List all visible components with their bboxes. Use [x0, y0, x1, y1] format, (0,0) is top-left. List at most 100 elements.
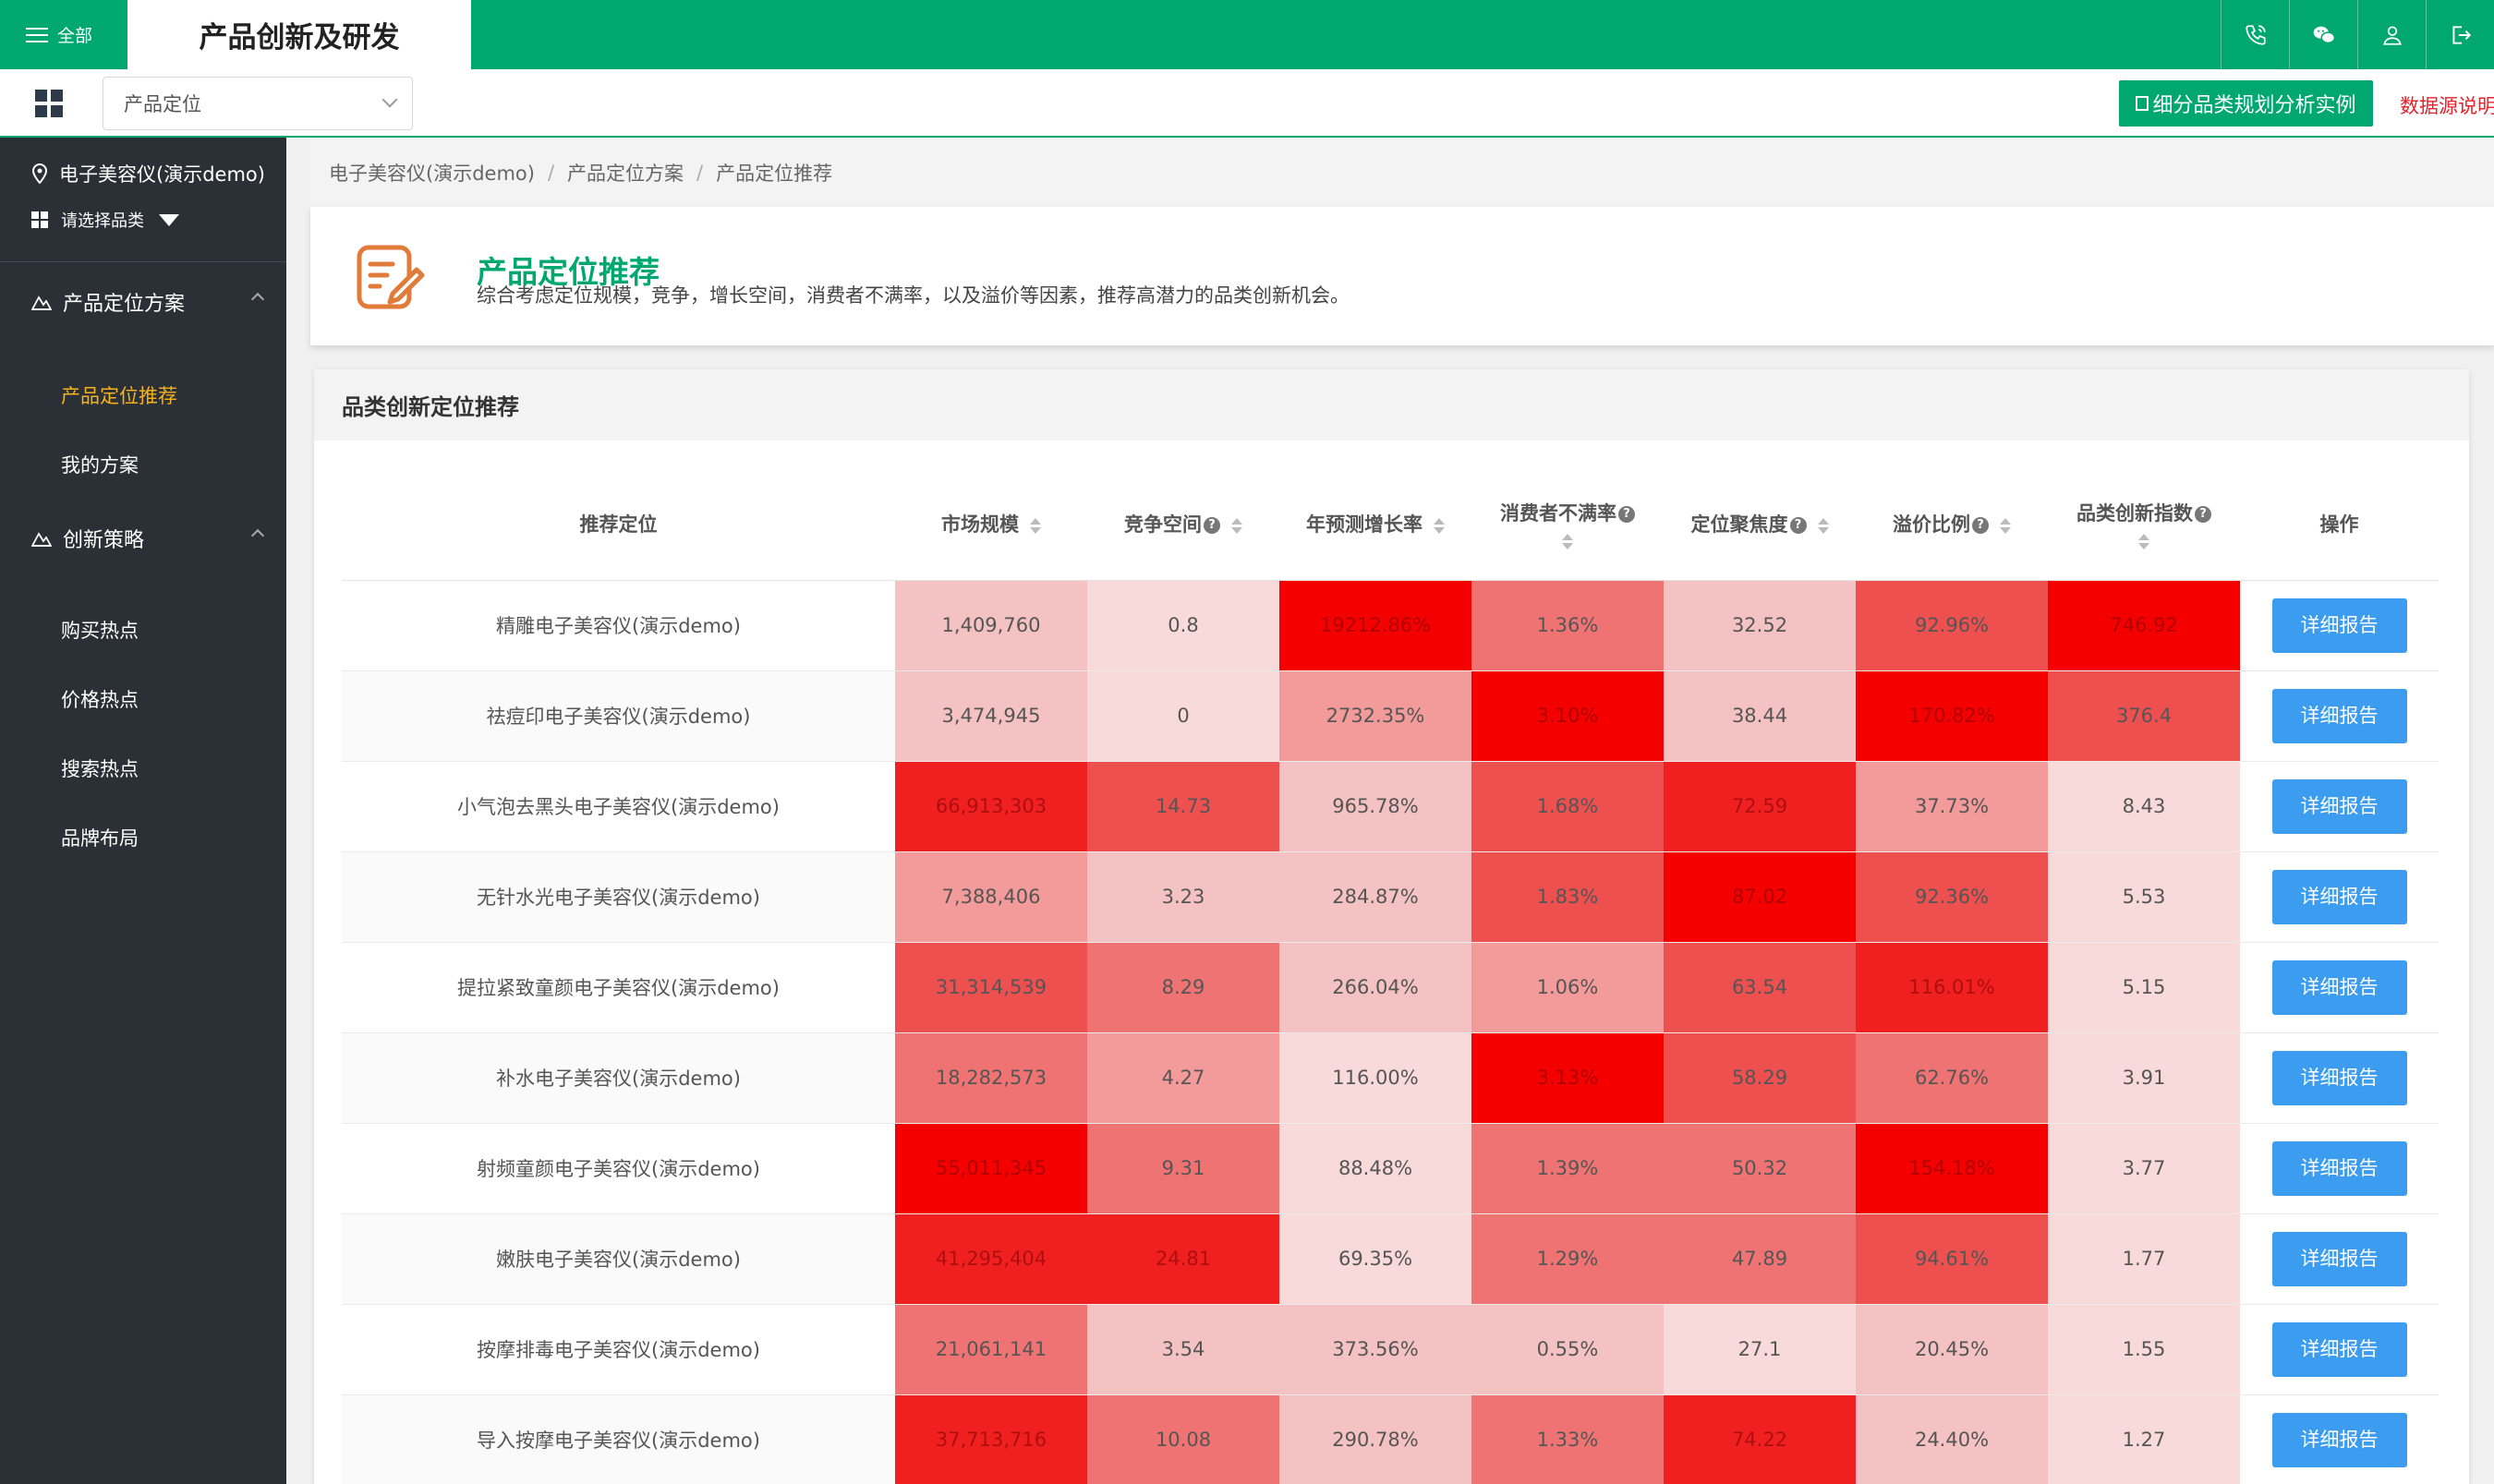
- recommendation-table: 推荐定位 市场规模 竞争空间? 年预测增长率 消费者不满率? 定位聚焦度? 溢价…: [342, 468, 2439, 1484]
- table-row: 祛痘印电子美容仪(演示demo) 3,474,945 0 2732.35% 3.10% 3…: [342, 670, 2439, 762]
- column-header-focus[interactable]: 定位聚焦度?: [1664, 468, 1856, 581]
- heatmap-cell: 47.89: [1664, 1213, 1856, 1305]
- heatmap-cell: 1.33%: [1471, 1394, 1664, 1484]
- row-position-name: 射频童颜电子美容仪(演示demo): [342, 1123, 895, 1214]
- module-select-value: 产品定位: [124, 93, 201, 115]
- heatmap-cell: 290.78%: [1279, 1394, 1471, 1484]
- chevron-down-icon: [381, 91, 398, 108]
- data-source-link[interactable]: 数据源说明: [2400, 91, 2494, 119]
- row-position-name: 补水电子美容仪(演示demo): [342, 1032, 895, 1124]
- table-row: 小气泡去黑头电子美容仪(演示demo) 66,913,303 14.73 965.78…: [342, 761, 2439, 852]
- sidebar-item-recommend[interactable]: 产品定位推荐: [61, 381, 177, 409]
- module-select[interactable]: 产品定位: [103, 77, 413, 130]
- sidebar-group-positioning[interactable]: 产品定位方案: [31, 287, 265, 317]
- row-position-name: 导入按摩电子美容仪(演示demo): [342, 1394, 895, 1484]
- detail-report-button[interactable]: 详细报告: [2271, 1321, 2407, 1377]
- sort-icon[interactable]: [1030, 517, 1041, 534]
- detail-report-button[interactable]: 详细报告: [2271, 778, 2407, 834]
- table-row: 无针水光电子美容仪(演示demo) 7,388,406 3.23 284.87% 1.8…: [342, 851, 2439, 943]
- sidebar-item-price-hotspot[interactable]: 价格热点: [61, 685, 139, 713]
- help-icon[interactable]: ?: [2195, 505, 2211, 523]
- user-icon[interactable]: [2357, 0, 2426, 69]
- row-action-cell: 详细报告: [2240, 1123, 2439, 1214]
- sidebar: 电子美容仪(演示demo) 请选择品类 产品定位方案 产品定位推荐 我的方案 创…: [0, 138, 286, 1484]
- heatmap-cell: 74.22: [1664, 1394, 1856, 1484]
- example-button[interactable]: 细分品类规划分析实例: [2119, 80, 2373, 127]
- chevron-up-icon: [250, 292, 265, 307]
- column-header-premium[interactable]: 溢价比例?: [1856, 468, 2048, 581]
- help-icon[interactable]: ?: [1618, 505, 1635, 523]
- apps-grid-icon[interactable]: [35, 90, 63, 117]
- all-menu-button[interactable]: 全部: [0, 0, 127, 69]
- heatmap-cell: 3.54: [1087, 1304, 1279, 1395]
- category-select-label: 请选择品类: [61, 211, 144, 231]
- sort-icon[interactable]: [1434, 517, 1445, 534]
- breadcrumb-project[interactable]: 电子美容仪(演示demo): [329, 159, 535, 187]
- detail-report-button[interactable]: 详细报告: [2271, 1412, 2407, 1467]
- heatmap-cell: 62.76%: [1856, 1032, 2048, 1124]
- breadcrumb-separator: /: [696, 162, 704, 184]
- detail-report-button[interactable]: 详细报告: [2271, 1050, 2407, 1105]
- detail-report-button[interactable]: 详细报告: [2271, 1140, 2407, 1196]
- heatmap-cell: 266.04%: [1279, 942, 1471, 1033]
- heatmap-cell: 3.13%: [1471, 1032, 1664, 1124]
- detail-report-button[interactable]: 详细报告: [2271, 688, 2407, 743]
- detail-report-button[interactable]: 详细报告: [2271, 959, 2407, 1015]
- heatmap-cell: 92.96%: [1856, 580, 2048, 671]
- heatmap-cell: 19212.86%: [1279, 580, 1471, 671]
- heatmap-cell: 5.53: [2048, 851, 2240, 943]
- sidebar-item-search-hotspot[interactable]: 搜索热点: [61, 754, 139, 782]
- column-header-dissatisfaction[interactable]: 消费者不满率?: [1471, 468, 1664, 581]
- help-icon[interactable]: ?: [1204, 517, 1220, 535]
- help-icon[interactable]: ?: [1789, 517, 1807, 535]
- heatmap-cell: 20.45%: [1856, 1304, 2048, 1395]
- column-header-growth[interactable]: 年预测增长率: [1279, 468, 1471, 581]
- table-row: 提拉紧致童颜电子美容仪(演示demo) 31,314,539 8.29 266.04%…: [342, 942, 2439, 1033]
- sidebar-group-strategy[interactable]: 创新策略: [31, 524, 265, 553]
- heatmap-cell: 1.77: [2048, 1213, 2240, 1305]
- sidebar-item-purchase-hotspot[interactable]: 购买热点: [61, 616, 139, 644]
- table-row: 按摩排毒电子美容仪(演示demo) 21,061,141 3.54 373.56% 0.…: [342, 1304, 2439, 1395]
- row-position-name: 按摩排毒电子美容仪(演示demo): [342, 1304, 895, 1395]
- detail-report-button[interactable]: 详细报告: [2271, 1231, 2407, 1286]
- sidebar-item-my-plan[interactable]: 我的方案: [61, 451, 139, 478]
- sort-icon[interactable]: [1562, 533, 1573, 549]
- heatmap-cell: 116.01%: [1856, 942, 2048, 1033]
- heatmap-cell: 3.10%: [1471, 670, 1664, 762]
- column-header-market-size[interactable]: 市场规模: [895, 468, 1087, 581]
- heatmap-cell: 1.68%: [1471, 761, 1664, 852]
- phone-icon[interactable]: [2221, 0, 2289, 69]
- heatmap-cell: 2732.35%: [1279, 670, 1471, 762]
- sort-icon[interactable]: [1817, 517, 1829, 534]
- mountain-icon: [31, 296, 52, 310]
- heatmap-cell: 3.77: [2048, 1123, 2240, 1214]
- sidebar-group-label: 产品定位方案: [63, 293, 186, 316]
- sidebar-item-brand-layout[interactable]: 品牌布局: [61, 824, 139, 851]
- detail-report-button[interactable]: 详细报告: [2271, 597, 2407, 653]
- table-row: 射频童颜电子美容仪(演示demo) 55,011,345 9.31 88.48% 1.3…: [342, 1123, 2439, 1214]
- heatmap-cell: 0.8: [1087, 580, 1279, 671]
- document-icon: [2136, 96, 2149, 111]
- help-icon[interactable]: ?: [1972, 517, 1989, 535]
- sort-icon[interactable]: [1231, 517, 1242, 534]
- sort-icon[interactable]: [2000, 517, 2011, 534]
- category-select[interactable]: 请选择品类: [31, 208, 179, 232]
- heatmap-cell: 5.15: [2048, 942, 2240, 1033]
- column-header-competition[interactable]: 竞争空间?: [1087, 468, 1279, 581]
- heatmap-cell: 373.56%: [1279, 1304, 1471, 1395]
- column-header-innovation-index[interactable]: 品类创新指数?: [2048, 468, 2240, 581]
- heatmap-cell: 170.82%: [1856, 670, 2048, 762]
- wechat-icon[interactable]: [2289, 0, 2357, 69]
- detail-report-button[interactable]: 详细报告: [2271, 869, 2407, 924]
- category-grid-icon: [31, 211, 48, 228]
- breadcrumb-separator: /: [547, 162, 555, 184]
- toolbar: 产品定位 细分品类规划分析实例 数据源说明: [0, 69, 2494, 138]
- table-row: 补水电子美容仪(演示demo) 18,282,573 4.27 116.00% 3.13…: [342, 1032, 2439, 1124]
- logout-icon[interactable]: [2426, 0, 2494, 69]
- row-action-cell: 详细报告: [2240, 1213, 2439, 1305]
- heatmap-cell: 24.40%: [1856, 1394, 2048, 1484]
- project-selector[interactable]: 电子美容仪(演示demo): [31, 160, 265, 187]
- heatmap-cell: 87.02: [1664, 851, 1856, 943]
- breadcrumb-plan[interactable]: 产品定位方案: [567, 159, 684, 187]
- sort-icon[interactable]: [2138, 533, 2149, 549]
